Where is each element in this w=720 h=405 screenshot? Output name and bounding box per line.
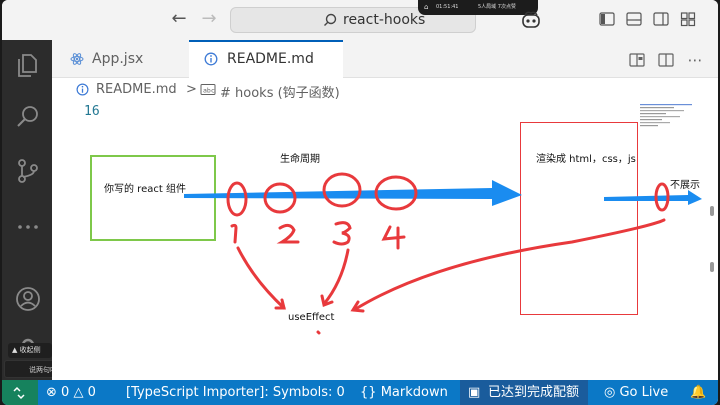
- source-control-icon[interactable]: [15, 158, 41, 184]
- broadcast-icon: ◎: [604, 385, 620, 400]
- more-views-icon[interactable]: [15, 214, 41, 240]
- error-icon: ⊗: [46, 385, 57, 400]
- home-icon: ⌂: [424, 3, 429, 11]
- tab-label: App.jsx: [92, 51, 144, 67]
- tab-label: README.md: [227, 51, 314, 67]
- readme-diagram: 你写的 react 组件 生命周期 渲染成 html，css，js 不展示 us…: [52, 102, 718, 380]
- explorer-files-icon[interactable]: [15, 52, 41, 78]
- layout-secondary-sidebar-icon[interactable]: [653, 11, 669, 27]
- svg-text:abc: abc: [203, 87, 215, 95]
- title-bar: ← → react-hooks ⌂ 01:51:41 5人局域 7次点赞: [2, 0, 718, 40]
- breadcrumb-section[interactable]: # hooks (钩子函数): [220, 82, 340, 101]
- lifecycle-stage-1: [226, 181, 248, 217]
- effect-arrow-2: [322, 248, 350, 306]
- digit-2: [276, 223, 300, 244]
- warning-count: 0: [87, 385, 96, 400]
- language-mode[interactable]: {} Markdown: [360, 380, 448, 405]
- go-live-button[interactable]: ◎ Go Live: [604, 380, 668, 405]
- hide-label: 不展示: [670, 180, 700, 191]
- arrow-right-icon[interactable]: →: [198, 8, 220, 30]
- account-icon[interactable]: [15, 286, 41, 312]
- effect-arrow-3: [352, 218, 666, 312]
- copilot-quota-label: 已达到完成配额: [488, 385, 580, 400]
- symbol-string-icon: abc: [200, 84, 216, 95]
- status-people: 5人局域 7次点赞: [478, 4, 516, 10]
- warning-icon: △: [73, 385, 84, 400]
- notifications-bell-icon[interactable]: 🔔: [690, 380, 706, 405]
- search-icon[interactable]: [15, 104, 41, 130]
- search-icon: [324, 13, 337, 26]
- vscode-window: ← → react-hooks ⌂ 01:51:41 5人局域 7次点赞 ▲ 收…: [2, 0, 718, 405]
- tab-readme-md[interactable]: README.md: [189, 40, 343, 78]
- digit-1: [230, 223, 238, 244]
- more-actions-icon[interactable]: ⋯: [686, 51, 704, 69]
- use-effect-label: useEffect: [288, 312, 335, 323]
- lifecycle-label: 生命周期: [280, 154, 320, 165]
- language-label: Markdown: [380, 385, 448, 400]
- breadcrumb-file[interactable]: README.md: [96, 82, 177, 97]
- braces-icon: {}: [360, 385, 381, 400]
- hide-arrow: [604, 190, 702, 205]
- react-icon: [70, 53, 84, 65]
- command-center-text: react-hooks: [343, 12, 426, 28]
- collapse-icon: ▲: [12, 346, 20, 354]
- copilot-status-icon: ▣: [468, 385, 481, 400]
- collapse-sidebar-tooltip[interactable]: ▲ 收起侧幕: [8, 343, 52, 369]
- status-time: 01:51:41: [436, 4, 459, 10]
- editor-tab-bar: App.jsx README.md ⋯: [52, 40, 718, 78]
- copilot-icon[interactable]: [520, 10, 542, 30]
- breadcrumb-separator: >: [186, 82, 197, 97]
- problems-indicator[interactable]: ⊗ 0 △ 0: [46, 380, 96, 405]
- tab-app-jsx[interactable]: App.jsx: [52, 40, 188, 78]
- arrow-left-icon[interactable]: ←: [168, 8, 190, 30]
- info-icon: [204, 52, 218, 66]
- customize-layout-icon[interactable]: [680, 11, 696, 27]
- remote-icon: [13, 386, 25, 400]
- info-icon: [76, 83, 89, 96]
- activity-bar: ▲ 收起侧幕 说两句吧~: [2, 40, 64, 380]
- remote-indicator[interactable]: [2, 380, 38, 405]
- ink-dot: [316, 330, 321, 335]
- digit-3: [332, 221, 352, 246]
- layout-panel-icon[interactable]: [626, 11, 642, 27]
- open-preview-side-icon[interactable]: [628, 51, 646, 69]
- typescript-importer-status[interactable]: [TypeScript Importer]: Symbols: 0: [126, 380, 345, 405]
- status-bar: ⊗ 0 △ 0 [TypeScript Importer]: Symbols: …: [2, 380, 718, 405]
- digit-4: [381, 225, 406, 250]
- render-label: 渲染成 html，css，js: [536, 154, 636, 165]
- component-label: 你写的 react 组件: [104, 184, 186, 195]
- breadcrumb: README.md > abc # hooks (钩子函数): [52, 78, 718, 102]
- copilot-quota-status[interactable]: ▣ 已达到完成配额: [460, 380, 588, 405]
- go-live-label: Go Live: [619, 385, 669, 400]
- effect-arrow-1: [236, 246, 286, 310]
- editor-area[interactable]: 16 你写的 react 组件 生命周期 渲染成 html，css，js 不展示…: [52, 102, 718, 380]
- lifecycle-stage-3: [322, 172, 362, 208]
- split-editor-icon[interactable]: [657, 51, 675, 69]
- diagram-strokes: [184, 172, 702, 335]
- layout-sidebar-icon[interactable]: [599, 11, 615, 27]
- error-count: 0: [61, 385, 70, 400]
